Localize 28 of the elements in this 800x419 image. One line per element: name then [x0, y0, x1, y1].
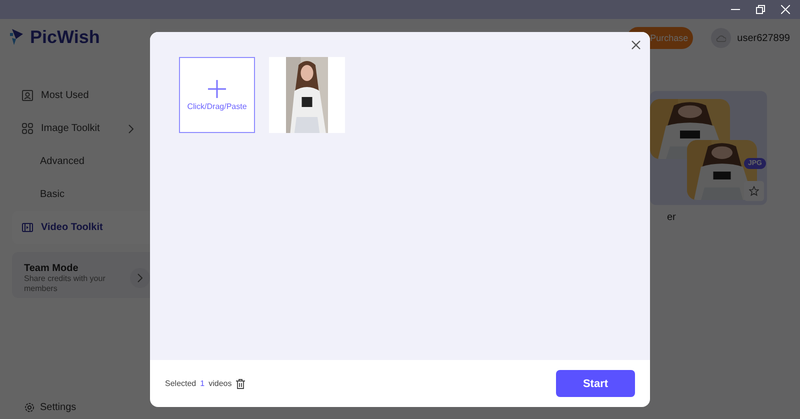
trash-icon[interactable]: [236, 378, 245, 388]
sidebar-item[interactable]: Most Used: [12, 79, 150, 112]
close-icon[interactable]: [630, 39, 642, 51]
selected-count: 1: [200, 379, 205, 388]
card-caption: er: [667, 212, 676, 223]
user-name[interactable]: user627899: [737, 32, 790, 44]
chevron-right-icon: [137, 273, 144, 283]
settings-icon: [24, 402, 35, 413]
favorite-button[interactable]: [744, 181, 764, 201]
star-icon: [749, 186, 759, 196]
portrait-icon: [22, 90, 33, 101]
chevron-right-icon: [128, 124, 134, 134]
sidebar-item[interactable]: Advanced: [12, 145, 150, 178]
team-mode-title: Team Mode: [24, 262, 80, 274]
film-icon: [22, 222, 33, 233]
selected-unit: videos: [208, 379, 232, 388]
upload-tile[interactable]: Click/Drag/Paste: [179, 57, 255, 133]
plus-icon: [208, 80, 226, 98]
sidebar-item[interactable]: Basic: [12, 178, 150, 211]
start-button[interactable]: Start: [556, 370, 635, 397]
grid-icon: [22, 123, 33, 134]
team-mode-description: Share credits with your members: [24, 274, 106, 294]
logo-icon: [10, 28, 24, 46]
sidebar-item[interactable]: Image Toolkit: [12, 112, 150, 145]
selected-label: Selected: [165, 379, 196, 388]
app-logo: PicWish: [30, 26, 100, 48]
settings-link[interactable]: Settings: [0, 402, 150, 413]
restore-icon[interactable]: [756, 5, 765, 14]
